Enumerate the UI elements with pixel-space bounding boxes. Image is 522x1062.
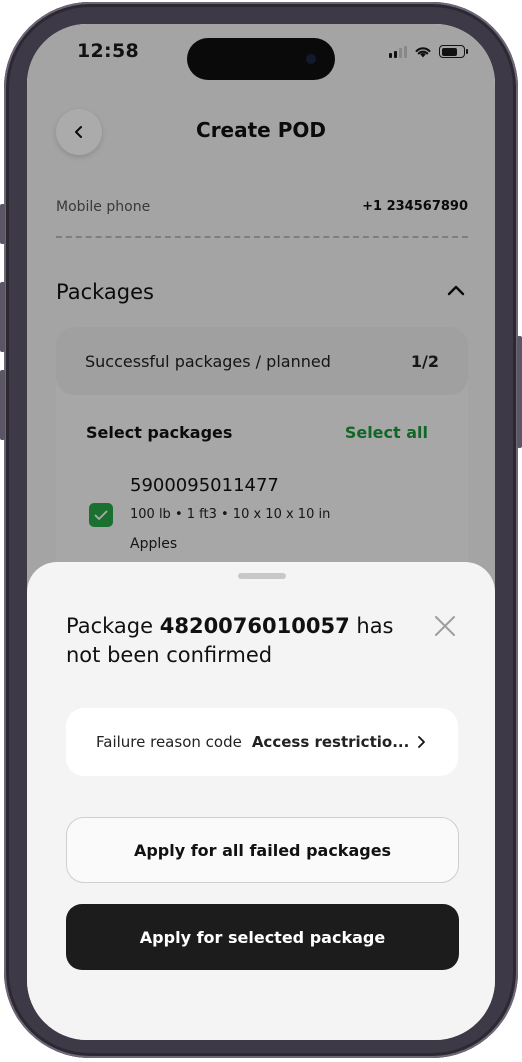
phone-screen: 12:58 Create POD Mobile phone +1 2345678… xyxy=(27,24,495,1040)
sheet-grabber[interactable] xyxy=(238,573,286,579)
cellular-signal-icon xyxy=(389,46,407,58)
status-icons xyxy=(389,45,468,58)
volume-down-button xyxy=(0,370,5,440)
close-icon[interactable] xyxy=(429,610,461,642)
failure-bottom-sheet: Package 4820076010057 has not been confi… xyxy=(27,562,495,1040)
status-time: 12:58 xyxy=(77,40,139,62)
apply-selected-button[interactable]: Apply for selected package xyxy=(66,904,459,970)
failure-reason-label: Failure reason code xyxy=(96,733,242,751)
camera-icon xyxy=(303,51,319,67)
dynamic-island xyxy=(187,38,335,80)
failure-reason-selector[interactable]: Failure reason code Access restrictio... xyxy=(66,708,458,776)
power-button xyxy=(517,336,522,448)
status-bar: 12:58 xyxy=(27,24,495,82)
action-button xyxy=(0,204,5,244)
sheet-title: Package 4820076010057 has not been confi… xyxy=(66,612,406,670)
wifi-icon xyxy=(415,47,431,58)
failure-reason-value: Access restrictio... xyxy=(251,733,410,751)
failed-package-code: 4820076010057 xyxy=(159,614,350,638)
battery-icon xyxy=(439,45,468,58)
title-prefix: Package xyxy=(66,614,160,638)
chevron-right-icon xyxy=(418,736,425,748)
volume-up-button xyxy=(0,282,5,352)
apply-all-failed-button[interactable]: Apply for all failed packages xyxy=(66,817,459,883)
